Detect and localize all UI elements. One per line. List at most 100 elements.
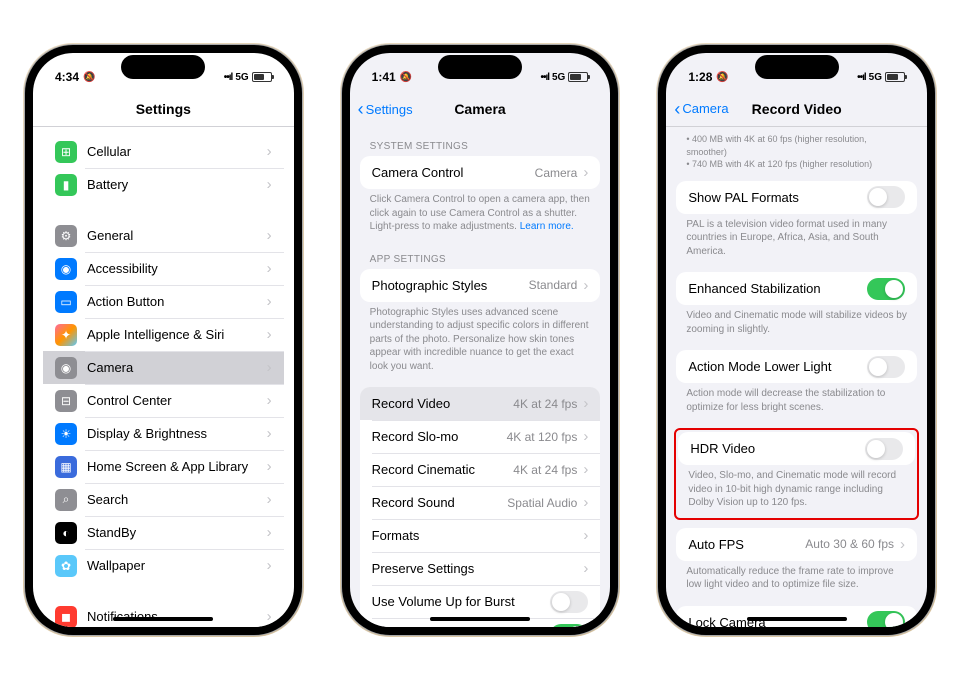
camera-icon: ◉ bbox=[55, 357, 77, 379]
chevron-right-icon: › bbox=[267, 326, 272, 343]
network-label: 5G bbox=[869, 72, 882, 83]
section-app-settings: APP SETTINGS bbox=[350, 240, 611, 269]
footer-stabilization: Video and Cinematic mode will stabilize … bbox=[666, 305, 927, 342]
toggle-scan-qr[interactable] bbox=[550, 624, 588, 628]
toggle-action-low-light[interactable] bbox=[867, 356, 905, 378]
row-volume-burst[interactable]: Use Volume Up for Burst bbox=[360, 585, 601, 618]
file-size-bullets: • 400 MB with 4K at 60 fps (higher resol… bbox=[666, 127, 927, 181]
row-record-video[interactable]: Record Video4K at 24 fps› bbox=[360, 387, 601, 420]
notch bbox=[121, 55, 205, 79]
chevron-right-icon: › bbox=[267, 176, 272, 193]
footer-action-low: Action mode will decrease the stabilizat… bbox=[666, 383, 927, 420]
battery-icon bbox=[885, 72, 905, 82]
battery-settings-icon: ▮ bbox=[55, 174, 77, 196]
chevron-left-icon: ‹ bbox=[358, 100, 364, 118]
display-icon: ☀ bbox=[55, 423, 77, 445]
battery-icon bbox=[568, 72, 588, 82]
chevron-right-icon: › bbox=[267, 260, 272, 277]
row-home-screen[interactable]: ▦Home Screen & App Library› bbox=[43, 450, 284, 483]
row-wallpaper[interactable]: ✿Wallpaper› bbox=[43, 549, 284, 582]
network-label: 5G bbox=[235, 72, 248, 83]
navbar: Settings bbox=[33, 91, 294, 127]
chevron-right-icon: › bbox=[267, 359, 272, 376]
row-display[interactable]: ☀Display & Brightness› bbox=[43, 417, 284, 450]
chevron-right-icon: › bbox=[583, 527, 588, 544]
toggle-hdr-video[interactable] bbox=[865, 438, 903, 460]
row-photographic-styles[interactable]: Photographic StylesStandard› bbox=[360, 269, 601, 302]
row-notifications[interactable]: ◼Notifications› bbox=[43, 600, 284, 627]
row-action-mode-low-light[interactable]: Action Mode Lower Light bbox=[676, 350, 917, 383]
section-system-settings: SYSTEM SETTINGS bbox=[350, 127, 611, 156]
row-record-sound[interactable]: Record SoundSpatial Audio› bbox=[360, 486, 601, 519]
navbar: ‹Settings Camera bbox=[350, 91, 611, 127]
row-control-center[interactable]: ⊟Control Center› bbox=[43, 384, 284, 417]
row-accessibility[interactable]: ◉Accessibility› bbox=[43, 252, 284, 285]
row-show-pal[interactable]: Show PAL Formats bbox=[676, 181, 917, 214]
row-search[interactable]: ⌕Search› bbox=[43, 483, 284, 516]
learn-more-link[interactable]: Learn more. bbox=[520, 221, 574, 232]
page-title: Settings bbox=[136, 101, 191, 117]
chevron-right-icon: › bbox=[267, 143, 272, 160]
notch bbox=[755, 55, 839, 79]
footer-photo-styles: Photographic Styles uses advanced scene … bbox=[350, 302, 611, 380]
cellular-icon: ⊞ bbox=[55, 141, 77, 163]
row-cellular[interactable]: ⊞Cellular› bbox=[43, 135, 284, 168]
row-apple-intelligence[interactable]: ✦Apple Intelligence & Siri› bbox=[43, 318, 284, 351]
chevron-right-icon: › bbox=[267, 524, 272, 541]
signal-icon: ••ıl bbox=[540, 72, 549, 83]
chevron-right-icon: › bbox=[583, 164, 588, 181]
toggle-volume-burst[interactable] bbox=[550, 591, 588, 613]
row-camera-control[interactable]: Camera ControlCamera› bbox=[360, 156, 601, 189]
row-battery[interactable]: ▮Battery› bbox=[43, 168, 284, 201]
back-button[interactable]: ‹Settings bbox=[358, 100, 413, 118]
apple-intelligence-icon: ✦ bbox=[55, 324, 77, 346]
chevron-right-icon: › bbox=[583, 277, 588, 294]
silent-icon: 🔕 bbox=[400, 72, 412, 83]
highlight-box: HDR Video Video, Slo-mo, and Cinematic m… bbox=[674, 428, 919, 520]
accessibility-icon: ◉ bbox=[55, 258, 77, 280]
row-camera[interactable]: ◉Camera› bbox=[43, 351, 284, 384]
home-indicator[interactable] bbox=[113, 617, 213, 621]
battery-icon bbox=[252, 72, 272, 82]
footer-hdr: Video, Slo-mo, and Cinematic mode will r… bbox=[676, 465, 917, 516]
control-center-icon: ⊟ bbox=[55, 390, 77, 412]
network-label: 5G bbox=[552, 72, 565, 83]
toggle-stabilization[interactable] bbox=[867, 278, 905, 300]
chevron-right-icon: › bbox=[267, 425, 272, 442]
row-auto-fps[interactable]: Auto FPSAuto 30 & 60 fps› bbox=[676, 528, 917, 561]
row-hdr-video[interactable]: HDR Video bbox=[678, 432, 915, 465]
action-button-icon: ▭ bbox=[55, 291, 77, 313]
row-record-slomo[interactable]: Record Slo-mo4K at 120 fps› bbox=[360, 420, 601, 453]
row-enhanced-stabilization[interactable]: Enhanced Stabilization bbox=[676, 272, 917, 305]
phone-camera-settings: 1:41 🔕 ••ıl5G ‹Settings Camera SYSTEM SET… bbox=[342, 45, 619, 635]
row-general[interactable]: ⚙General› bbox=[43, 219, 284, 252]
page-title: Camera bbox=[454, 101, 505, 117]
chevron-right-icon: › bbox=[900, 536, 905, 553]
standby-icon: ◐ bbox=[55, 522, 77, 544]
phone-record-video: 1:28🔕 ••ıl5G ‹Camera Record Video • 400 … bbox=[658, 45, 935, 635]
toggle-lock-camera[interactable] bbox=[867, 611, 905, 627]
notifications-icon: ◼ bbox=[55, 606, 77, 628]
status-time: 4:34 bbox=[55, 70, 79, 84]
chevron-right-icon: › bbox=[583, 560, 588, 577]
row-standby[interactable]: ◐StandBy› bbox=[43, 516, 284, 549]
chevron-right-icon: › bbox=[583, 461, 588, 478]
row-formats[interactable]: Formats› bbox=[360, 519, 601, 552]
home-indicator[interactable] bbox=[430, 617, 530, 621]
row-action-button[interactable]: ▭Action Button› bbox=[43, 285, 284, 318]
signal-icon: ••ıl bbox=[224, 72, 233, 83]
footer-camera-control: Click Camera Control to open a camera ap… bbox=[350, 189, 611, 240]
back-button[interactable]: ‹Camera bbox=[674, 100, 728, 118]
home-indicator[interactable] bbox=[747, 617, 847, 621]
status-time: 1:41 bbox=[372, 70, 396, 84]
chevron-right-icon: › bbox=[267, 293, 272, 310]
chevron-right-icon: › bbox=[267, 227, 272, 244]
toggle-pal[interactable] bbox=[867, 186, 905, 208]
chevron-right-icon: › bbox=[267, 491, 272, 508]
chevron-right-icon: › bbox=[583, 395, 588, 412]
notch bbox=[438, 55, 522, 79]
row-preserve-settings[interactable]: Preserve Settings› bbox=[360, 552, 601, 585]
status-time: 1:28 bbox=[688, 70, 712, 84]
row-record-cinematic[interactable]: Record Cinematic4K at 24 fps› bbox=[360, 453, 601, 486]
chevron-left-icon: ‹ bbox=[674, 100, 680, 118]
